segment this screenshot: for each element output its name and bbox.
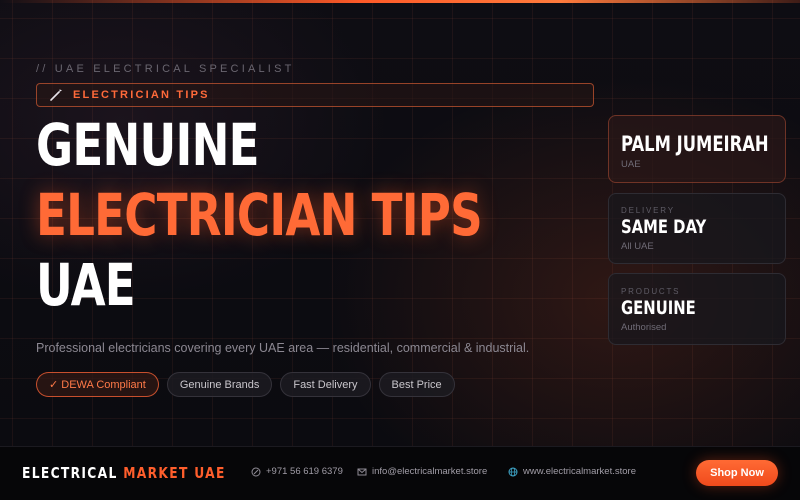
headline-line-2: ELECTRICIAN TIPS: [36, 181, 483, 249]
phone-text: +971 56 619 6379: [266, 466, 343, 477]
headline-line-1: GENUINE: [36, 111, 260, 179]
hero-section: // UAE ELECTRICAL SPECIALIST ELECTRICIAN…: [0, 0, 800, 446]
products-kicker: PRODUCTS: [621, 287, 681, 296]
brand-name-orange: MARKET UAE: [123, 464, 226, 482]
brand-name-white: ELECTRICAL: [22, 464, 118, 482]
top-accent-line: [0, 0, 800, 3]
mail-icon: [357, 468, 367, 475]
location-card: PALM JUMEIRAH UAE: [608, 115, 786, 183]
page-title: GENUINE ELECTRICIAN TIPS UAE: [36, 110, 483, 320]
brand-logo[interactable]: ELECTRICAL MARKET UAE: [22, 464, 226, 482]
chip-fast-delivery[interactable]: Fast Delivery: [280, 372, 371, 397]
headline-line-3: UAE: [36, 251, 136, 319]
category-tag-label: ELECTRICIAN TIPS: [73, 89, 210, 101]
wand-icon: [50, 89, 62, 101]
location-value: PALM JUMEIRAH: [621, 132, 769, 156]
eyebrow-text: // UAE ELECTRICAL SPECIALIST: [36, 63, 295, 75]
products-card: PRODUCTS GENUINE Authorised: [608, 273, 786, 345]
feature-chips: ✓ DEWA Compliant Genuine Brands Fast Del…: [36, 372, 455, 397]
email-text: info@electricalmarket.store: [372, 466, 488, 477]
phone-link[interactable]: +971 56 619 6379: [251, 466, 343, 477]
products-sub: Authorised: [621, 322, 667, 333]
delivery-sub: All UAE: [621, 241, 654, 252]
website-text: www.electricalmarket.store: [523, 466, 636, 477]
category-tag[interactable]: ELECTRICIAN TIPS: [36, 83, 594, 107]
website-link[interactable]: www.electricalmarket.store: [508, 466, 636, 477]
delivery-value: SAME DAY: [621, 216, 707, 238]
hero-subtitle: Professional electricians covering every…: [36, 341, 530, 355]
delivery-kicker: DELIVERY: [621, 206, 675, 215]
delivery-card: DELIVERY SAME DAY All UAE: [608, 193, 786, 264]
shop-now-button[interactable]: Shop Now: [696, 460, 778, 486]
globe-icon: [508, 467, 518, 476]
chip-genuine-brands[interactable]: Genuine Brands: [166, 372, 273, 397]
location-sub: UAE: [621, 159, 641, 170]
email-link[interactable]: info@electricalmarket.store: [357, 466, 487, 477]
footer-bar: ELECTRICAL MARKET UAE +971 56 619 6379 i…: [0, 446, 800, 500]
products-value: GENUINE: [621, 297, 696, 319]
chip-best-price[interactable]: Best Price: [378, 372, 455, 397]
chip-dewa-compliant[interactable]: ✓ DEWA Compliant: [36, 372, 159, 397]
phone-icon: [251, 467, 261, 476]
